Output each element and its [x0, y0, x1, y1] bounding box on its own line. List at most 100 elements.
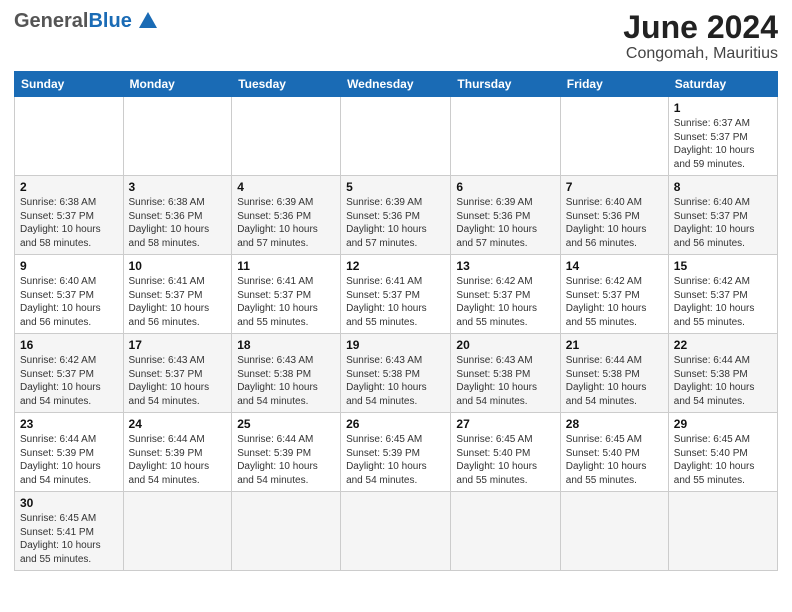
- table-row: 5 Sunrise: 6:39 AM Sunset: 5:36 PM Daylig…: [341, 176, 451, 255]
- day-number: 27: [456, 417, 554, 431]
- table-row: [123, 492, 232, 571]
- table-row: 10 Sunrise: 6:41 AM Sunset: 5:37 PM Dayli…: [123, 255, 232, 334]
- day-number: 5: [346, 180, 445, 194]
- table-row: 19Sunrise: 6:43 AM Sunset: 5:38 PM Dayli…: [341, 334, 451, 413]
- table-row: [560, 97, 668, 176]
- day-info: Sunrise: 6:41 AM Sunset: 5:37 PM Dayligh…: [346, 275, 445, 329]
- table-row: 24 Sunrise: 6:44 AM Sunset: 5:39 PM Dayli…: [123, 413, 232, 492]
- day-number: 11: [237, 259, 335, 273]
- header-monday: Monday: [123, 72, 232, 97]
- day-info: Sunrise: 6:44 AM Sunset: 5:39 PM Dayligh…: [237, 433, 335, 487]
- day-number: 26: [346, 417, 445, 431]
- logo-blue: Blue: [88, 10, 131, 33]
- day-info: Sunrise: 6:45 AM Sunset: 5:39 PM Dayligh…: [346, 433, 445, 487]
- day-info: Sunrise: 6:39 AM Sunset: 5:36 PM Dayligh…: [237, 196, 335, 250]
- table-row: 11 Sunrise: 6:41 AM Sunset: 5:37 PM Dayli…: [232, 255, 341, 334]
- day-info: Sunrise: 6:45 AM Sunset: 5:40 PM Dayligh…: [456, 433, 554, 487]
- day-number: 8: [674, 180, 772, 194]
- day-info: Sunrise: 6:41 AM Sunset: 5:37 PM Dayligh…: [237, 275, 335, 329]
- day-number: 29: [674, 417, 772, 431]
- table-row: [668, 492, 777, 571]
- table-row: 3 Sunrise: 6:38 AM Sunset: 5:36 PM Daylig…: [123, 176, 232, 255]
- day-info: Sunrise: 6:40 AM Sunset: 5:37 PM Dayligh…: [20, 275, 118, 329]
- calendar-week-row: 1 Sunrise: 6:37 AM Sunset: 5:37 PM Daylig…: [15, 97, 778, 176]
- table-row: 25 Sunrise: 6:44 AM Sunset: 5:39 PM Dayli…: [232, 413, 341, 492]
- day-info: Sunrise: 6:45 AM Sunset: 5:41 PM Dayligh…: [20, 512, 118, 566]
- day-number: 17: [129, 338, 227, 352]
- table-row: 2 Sunrise: 6:38 AM Sunset: 5:37 PM Daylig…: [15, 176, 124, 255]
- day-info: Sunrise: 6:44 AM Sunset: 5:39 PM Dayligh…: [20, 433, 118, 487]
- day-info: Sunrise: 6:42 AM Sunset: 5:37 PM Dayligh…: [20, 354, 118, 408]
- day-info: Sunrise: 6:45 AM Sunset: 5:40 PM Dayligh…: [566, 433, 663, 487]
- day-number: 1: [674, 101, 772, 115]
- title-block: June 2024 Congomah, Mauritius: [623, 10, 778, 63]
- day-number: 14: [566, 259, 663, 273]
- table-row: [451, 492, 560, 571]
- day-number: 21: [566, 338, 663, 352]
- day-number: 7: [566, 180, 663, 194]
- table-row: [341, 492, 451, 571]
- table-row: [15, 97, 124, 176]
- day-number: 12: [346, 259, 445, 273]
- header-thursday: Thursday: [451, 72, 560, 97]
- day-number: 24: [129, 417, 227, 431]
- day-number: 25: [237, 417, 335, 431]
- table-row: 27 Sunrise: 6:45 AM Sunset: 5:40 PM Dayli…: [451, 413, 560, 492]
- day-number: 4: [237, 180, 335, 194]
- day-info: Sunrise: 6:43 AM Sunset: 5:38 PM Dayligh…: [237, 354, 335, 408]
- day-info: Sunrise: 6:44 AM Sunset: 5:39 PM Dayligh…: [129, 433, 227, 487]
- table-row: 21 Sunrise: 6:44 AM Sunset: 5:38 PM Dayli…: [560, 334, 668, 413]
- day-info: Sunrise: 6:38 AM Sunset: 5:36 PM Dayligh…: [129, 196, 227, 250]
- table-row: 18Sunrise: 6:43 AM Sunset: 5:38 PM Dayli…: [232, 334, 341, 413]
- day-info: Sunrise: 6:45 AM Sunset: 5:40 PM Dayligh…: [674, 433, 772, 487]
- day-number: 2: [20, 180, 118, 194]
- header-tuesday: Tuesday: [232, 72, 341, 97]
- table-row: 13Sunrise: 6:42 AM Sunset: 5:37 PM Dayli…: [451, 255, 560, 334]
- day-info: Sunrise: 6:42 AM Sunset: 5:37 PM Dayligh…: [566, 275, 663, 329]
- table-row: 20 Sunrise: 6:43 AM Sunset: 5:38 PM Dayli…: [451, 334, 560, 413]
- day-info: Sunrise: 6:39 AM Sunset: 5:36 PM Dayligh…: [456, 196, 554, 250]
- day-info: Sunrise: 6:37 AM Sunset: 5:37 PM Dayligh…: [674, 117, 772, 171]
- table-row: [560, 492, 668, 571]
- location-title: Congomah, Mauritius: [623, 45, 778, 63]
- calendar-week-row: 9 Sunrise: 6:40 AM Sunset: 5:37 PM Daylig…: [15, 255, 778, 334]
- table-row: 23 Sunrise: 6:44 AM Sunset: 5:39 PM Dayli…: [15, 413, 124, 492]
- logo-icon: General Blue: [14, 10, 157, 33]
- calendar-week-row: 16Sunrise: 6:42 AM Sunset: 5:37 PM Dayli…: [15, 334, 778, 413]
- table-row: 14 Sunrise: 6:42 AM Sunset: 5:37 PM Dayli…: [560, 255, 668, 334]
- table-row: 8 Sunrise: 6:40 AM Sunset: 5:37 PM Daylig…: [668, 176, 777, 255]
- weekday-header-row: Sunday Monday Tuesday Wednesday Thursday…: [15, 72, 778, 97]
- calendar-week-row: 2 Sunrise: 6:38 AM Sunset: 5:37 PM Daylig…: [15, 176, 778, 255]
- day-info: Sunrise: 6:39 AM Sunset: 5:36 PM Dayligh…: [346, 196, 445, 250]
- table-row: 28 Sunrise: 6:45 AM Sunset: 5:40 PM Dayli…: [560, 413, 668, 492]
- calendar-week-row: 30Sunrise: 6:45 AM Sunset: 5:41 PM Dayli…: [15, 492, 778, 571]
- day-number: 15: [674, 259, 772, 273]
- day-info: Sunrise: 6:44 AM Sunset: 5:38 PM Dayligh…: [566, 354, 663, 408]
- logo-word: General Blue: [14, 10, 132, 33]
- day-number: 13: [456, 259, 554, 273]
- logo: General Blue: [14, 10, 157, 33]
- day-number: 23: [20, 417, 118, 431]
- table-row: 22Sunrise: 6:44 AM Sunset: 5:38 PM Dayli…: [668, 334, 777, 413]
- table-row: 1 Sunrise: 6:37 AM Sunset: 5:37 PM Daylig…: [668, 97, 777, 176]
- day-number: 9: [20, 259, 118, 273]
- day-number: 28: [566, 417, 663, 431]
- table-row: [232, 97, 341, 176]
- table-row: 29 Sunrise: 6:45 AM Sunset: 5:40 PM Dayli…: [668, 413, 777, 492]
- day-number: 10: [129, 259, 227, 273]
- day-info: Sunrise: 6:44 AM Sunset: 5:38 PM Dayligh…: [674, 354, 772, 408]
- header-sunday: Sunday: [15, 72, 124, 97]
- day-info: Sunrise: 6:41 AM Sunset: 5:37 PM Dayligh…: [129, 275, 227, 329]
- table-row: 30Sunrise: 6:45 AM Sunset: 5:41 PM Dayli…: [15, 492, 124, 571]
- day-info: Sunrise: 6:43 AM Sunset: 5:38 PM Dayligh…: [346, 354, 445, 408]
- table-row: [123, 97, 232, 176]
- day-number: 3: [129, 180, 227, 194]
- logo-triangle-icon: [139, 12, 157, 28]
- day-number: 20: [456, 338, 554, 352]
- header: General Blue June 2024 Congomah, Mauriti…: [14, 10, 778, 63]
- day-info: Sunrise: 6:38 AM Sunset: 5:37 PM Dayligh…: [20, 196, 118, 250]
- day-info: Sunrise: 6:40 AM Sunset: 5:37 PM Dayligh…: [674, 196, 772, 250]
- header-friday: Friday: [560, 72, 668, 97]
- day-info: Sunrise: 6:43 AM Sunset: 5:38 PM Dayligh…: [456, 354, 554, 408]
- day-info: Sunrise: 6:42 AM Sunset: 5:37 PM Dayligh…: [674, 275, 772, 329]
